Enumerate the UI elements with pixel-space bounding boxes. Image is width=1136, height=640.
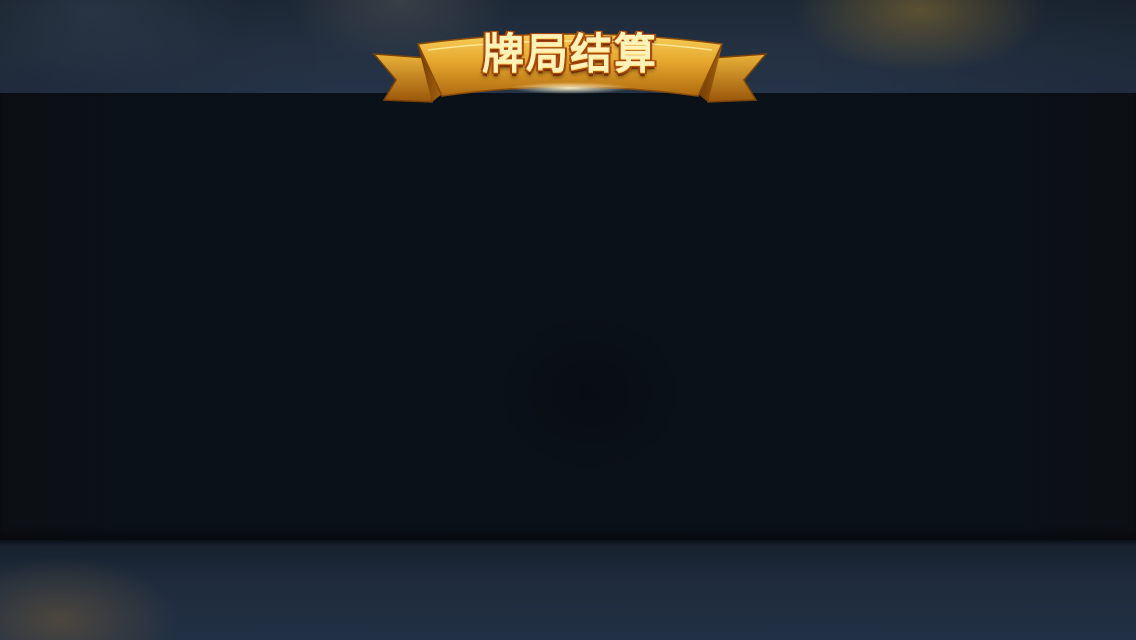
title-ribbon-banner: 牌局结算 [370, 14, 770, 110]
results-panel [0, 93, 1136, 540]
settlement-screen: 牌局结算 [0, 0, 1136, 640]
bottom-background-band [0, 540, 1136, 640]
page-title: 牌局结算 [481, 29, 658, 78]
